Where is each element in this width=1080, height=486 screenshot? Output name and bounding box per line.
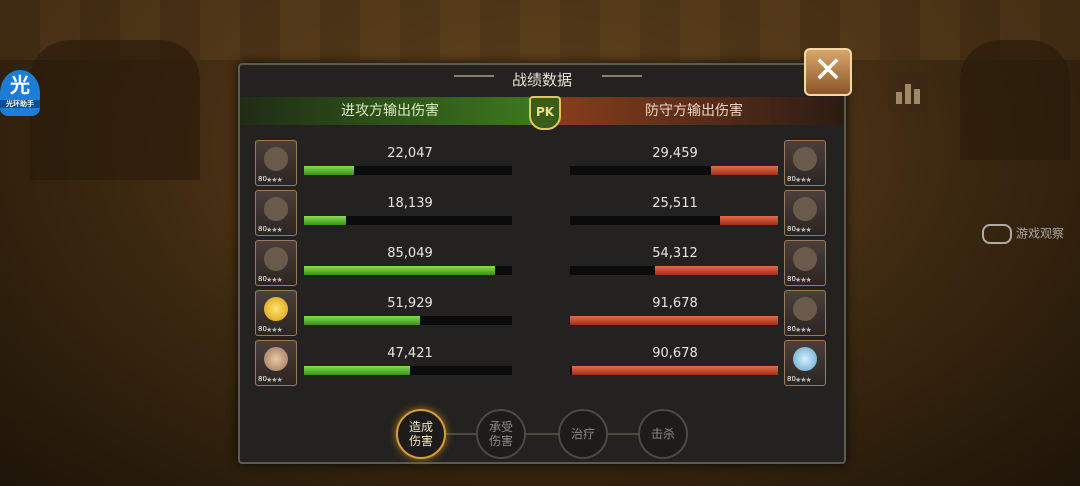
hero-portrait <box>793 347 817 371</box>
defender-hero-avatar[interactable]: 80 ★★★ <box>784 290 826 336</box>
damage-row: 80 ★★★ 47,421 90,678 80 ★★★ <box>240 337 844 387</box>
attacker-hero-avatar[interactable]: 80 ★★★ <box>255 140 297 186</box>
hero-stars: ★★★ <box>795 326 812 334</box>
hero-portrait <box>264 347 288 371</box>
damage-row: 80 ★★★ 22,047 29,459 80 ★★★ <box>240 137 844 187</box>
tab-label: 击杀 <box>650 427 675 441</box>
defender-damage-bar <box>570 216 778 225</box>
hero-portrait <box>793 147 817 171</box>
attacker-damage-value: 22,047 <box>387 146 433 161</box>
defender-damage-bar <box>570 166 778 175</box>
defender-damage-value: 54,312 <box>652 246 698 261</box>
attacker-hero-avatar[interactable]: 80 ★★★ <box>255 190 297 236</box>
attacker-hero-avatar[interactable]: 80 ★★★ <box>255 240 297 286</box>
defender-hero-avatar[interactable]: 80 ★★★ <box>784 190 826 236</box>
defender-damage-fill <box>655 266 778 275</box>
hero-stars: ★★★ <box>266 226 283 234</box>
defender-damage-bar <box>570 366 778 375</box>
attacker-damage-value: 51,929 <box>387 296 433 311</box>
attacker-damage-fill <box>304 216 346 225</box>
hero-stars: ★★★ <box>266 376 283 384</box>
title-ornament-right <box>602 75 642 77</box>
defender-damage-value: 25,511 <box>652 196 698 211</box>
defender-hero-avatar[interactable]: 80 ★★★ <box>784 240 826 286</box>
hero-stars: ★★★ <box>266 276 283 284</box>
background-arch-right <box>960 40 1070 160</box>
attacker-damage-fill <box>304 316 421 325</box>
defender-hero-avatar[interactable]: 80 ★★★ <box>784 340 826 386</box>
attacker-damage-fill <box>304 166 354 175</box>
tab-heal[interactable]: 治疗 <box>558 409 608 459</box>
tab-label: 承受 伤害 <box>488 420 513 448</box>
attacker-damage-fill <box>304 366 411 375</box>
attacker-damage-value: 47,421 <box>387 346 433 361</box>
defender-damage-value: 91,678 <box>652 296 698 311</box>
tab-label: 造成 伤害 <box>408 420 433 448</box>
damage-row: 80 ★★★ 85,049 54,312 80 ★★★ <box>240 237 844 287</box>
hero-portrait <box>793 297 817 321</box>
watermark-text: 游戏观察 <box>1016 226 1065 241</box>
attacker-header: 进攻方输出伤害 <box>240 97 540 125</box>
tab-take-damage[interactable]: 承受 伤害 <box>476 409 526 459</box>
attacker-damage-value: 85,049 <box>387 246 433 261</box>
defender-damage-value: 90,678 <box>652 346 698 361</box>
hero-stars: ★★★ <box>266 326 283 334</box>
app-logo-char: 光 <box>10 73 30 97</box>
damage-row: 80 ★★★ 18,139 25,511 80 ★★★ <box>240 187 844 237</box>
attacker-damage-bar <box>304 316 512 325</box>
attacker-damage-bar <box>304 216 512 225</box>
damage-row: 80 ★★★ 51,929 91,678 80 ★★★ <box>240 287 844 337</box>
defender-damage-fill <box>570 316 778 325</box>
close-button[interactable]: ✕ <box>804 48 852 96</box>
defender-hero-avatar[interactable]: 80 ★★★ <box>784 140 826 186</box>
battle-stats-panel: 战绩数据 进攻方输出伤害 防守方输出伤害 PK 80 ★★★ 22,047 29,45… <box>238 63 846 464</box>
hero-stars: ★★★ <box>795 376 812 384</box>
tab-kills[interactable]: 击杀 <box>638 409 688 459</box>
hero-portrait <box>793 197 817 221</box>
hero-stars: ★★★ <box>795 276 812 284</box>
attacker-hero-avatar[interactable]: 80 ★★★ <box>255 290 297 336</box>
pk-badge-icon: PK <box>529 96 561 130</box>
background-arch-left <box>30 40 200 180</box>
hero-portrait <box>264 197 288 221</box>
attacker-damage-value: 18,139 <box>387 196 433 211</box>
defender-damage-fill <box>719 216 778 225</box>
eyes-logo-icon <box>982 224 1012 244</box>
hero-stars: ★★★ <box>795 176 812 184</box>
close-icon: ✕ <box>812 50 844 91</box>
hero-portrait <box>264 247 288 271</box>
attacker-damage-fill <box>304 266 496 275</box>
defender-damage-bar <box>570 266 778 275</box>
attacker-damage-bar <box>304 166 512 175</box>
tab-label: 治疗 <box>570 427 595 441</box>
defender-damage-fill <box>711 166 778 175</box>
attacker-hero-avatar[interactable]: 80 ★★★ <box>255 340 297 386</box>
tab-deal-damage[interactable]: 造成 伤害 <box>396 409 446 459</box>
watermark: 游戏观察 <box>982 224 1064 244</box>
panel-title: 战绩数据 <box>511 71 572 89</box>
hero-portrait <box>264 297 288 321</box>
attacker-damage-bar <box>304 366 512 375</box>
hero-stars: ★★★ <box>266 176 283 184</box>
app-logo-caption: 光环助手 <box>0 100 40 108</box>
defender-damage-fill <box>572 366 778 375</box>
app-logo: 光 光环助手 <box>0 70 40 116</box>
defender-header: 防守方输出伤害 <box>544 97 844 125</box>
attacker-damage-bar <box>304 266 512 275</box>
defender-damage-value: 29,459 <box>652 146 698 161</box>
hero-portrait <box>793 247 817 271</box>
defender-damage-bar <box>570 316 778 325</box>
hero-portrait <box>264 147 288 171</box>
bar-chart-icon[interactable] <box>888 72 928 112</box>
hero-stars: ★★★ <box>795 226 812 234</box>
